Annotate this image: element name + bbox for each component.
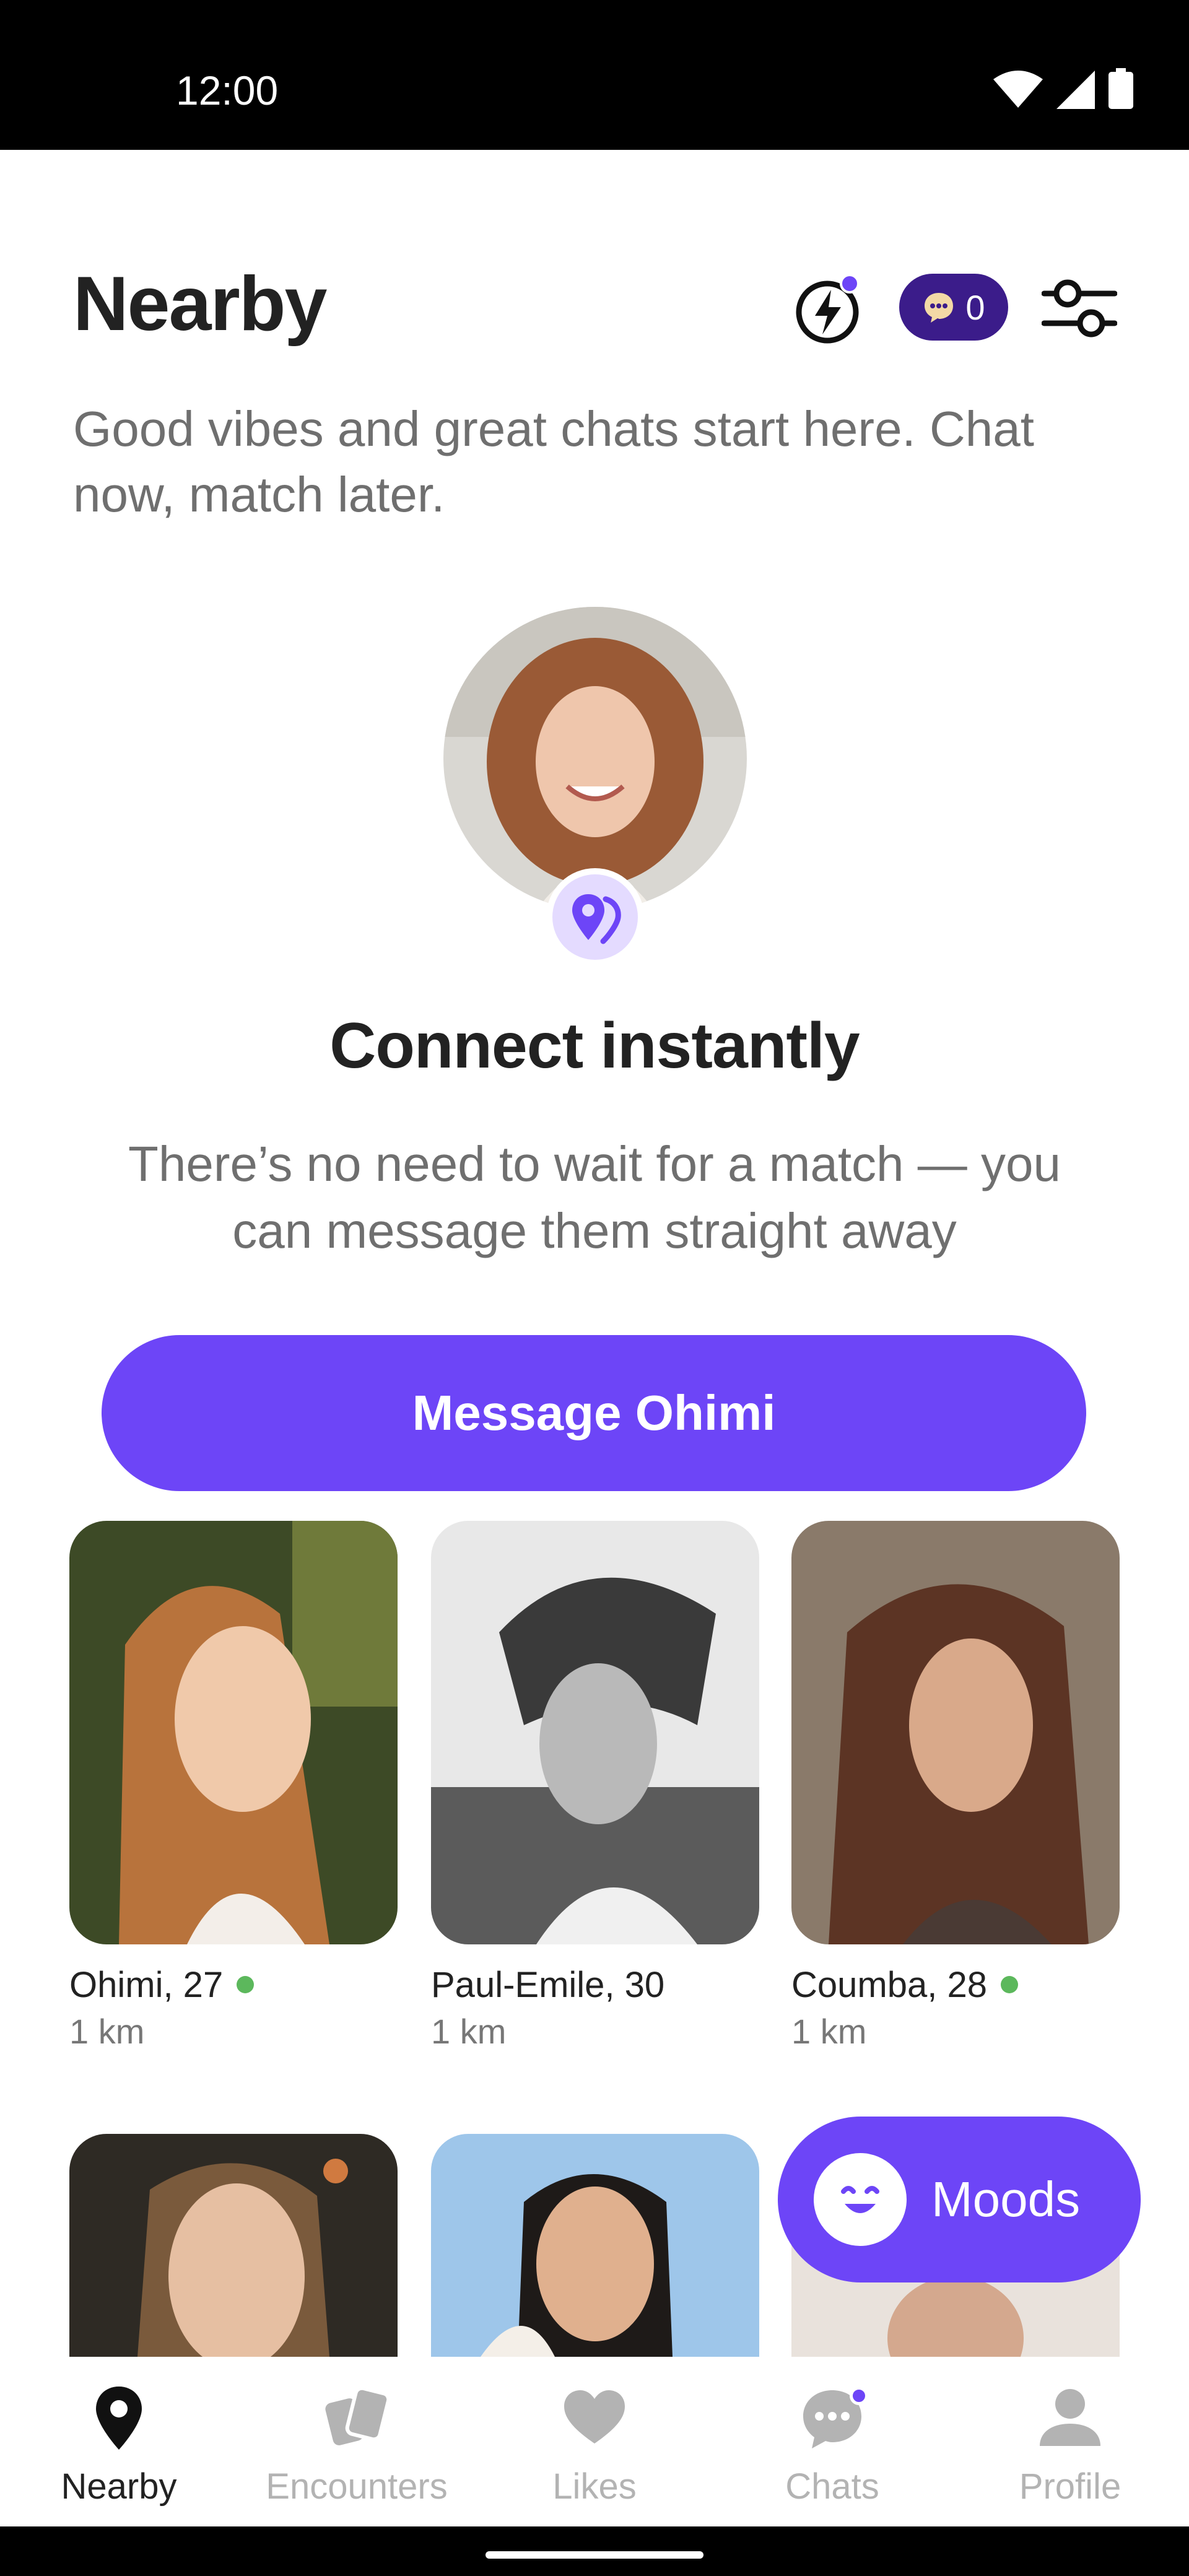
gesture-bar	[0, 2526, 1189, 2576]
profile-card[interactable]: Paul-Emile, 30 1 km	[431, 1521, 759, 2052]
profile-card[interactable]: Ohimi, 27 1 km	[69, 1521, 398, 2052]
home-indicator[interactable]	[486, 2551, 703, 2559]
online-indicator	[237, 1976, 255, 1993]
credits-badge[interactable]: 0	[899, 274, 1008, 341]
moods-label: Moods	[931, 2172, 1081, 2227]
profile-photo	[69, 2134, 398, 2357]
featured-photo	[443, 607, 747, 910]
signal-icon	[1056, 71, 1095, 109]
profile-photo	[431, 2134, 759, 2357]
nav-item-nearby[interactable]: Nearby	[0, 2357, 238, 2526]
nearby-pin-badge	[546, 868, 644, 966]
unread-indicator	[850, 2387, 868, 2405]
nav-label: Chats	[785, 2466, 879, 2507]
cards-icon	[325, 2386, 391, 2445]
hero-title: Connect instantly	[329, 1010, 860, 1082]
online-indicator	[1000, 1976, 1018, 1993]
smile-icon	[814, 2153, 907, 2246]
chat-credits-icon	[925, 293, 954, 323]
profile-photo	[431, 1521, 759, 1944]
profile-distance: 1 km	[431, 2012, 507, 2051]
wifi-icon	[993, 71, 1043, 108]
status-bar: 12:00	[0, 0, 1189, 150]
status-icons	[993, 68, 1133, 109]
location-pin-icon	[96, 2387, 142, 2450]
nav-item-chats[interactable]: Chats	[713, 2357, 951, 2526]
credits-count: 0	[965, 287, 985, 327]
profile-photo	[791, 1521, 1120, 1944]
profile-name: Ohimi, 27	[69, 1964, 224, 2005]
profile-distance: 1 km	[69, 2012, 145, 2051]
nav-item-likes[interactable]: Likes	[476, 2357, 713, 2526]
page-subtitle: Good vibes and great chats start here. C…	[73, 401, 1034, 522]
profile-card[interactable]	[431, 2134, 759, 2357]
nav-item-encounters[interactable]: Encounters	[238, 2357, 476, 2526]
nav-label: Likes	[552, 2466, 637, 2507]
hero-description: There’s no need to wait for a match — yo…	[128, 1136, 1061, 1258]
profile-name: Paul-Emile, 30	[431, 1964, 665, 2005]
boost-icon[interactable]	[793, 275, 862, 344]
profile-name: Coumba, 28	[791, 1964, 987, 2005]
nav-label: Nearby	[61, 2466, 177, 2507]
battery-icon	[1108, 68, 1133, 109]
profile-photo	[69, 1521, 398, 1944]
nav-label: Encounters	[266, 2466, 448, 2507]
nav-item-profile[interactable]: Profile	[951, 2357, 1189, 2526]
location-pins-icon	[572, 894, 621, 944]
heart-icon	[564, 2390, 625, 2443]
profile-card[interactable]: Coumba, 28 1 km	[791, 1521, 1120, 2052]
message-button[interactable]: Message Ohimi	[102, 1335, 1086, 1491]
status-time: 12:00	[176, 67, 279, 113]
moods-button[interactable]: Moods	[778, 2117, 1141, 2282]
page-title: Nearby	[73, 261, 327, 347]
bottom-navigation: Nearby Encounters Likes Chats Profile	[0, 2357, 1189, 2526]
person-icon	[1040, 2389, 1100, 2446]
filters-icon[interactable]	[1042, 275, 1117, 342]
profile-card[interactable]	[69, 2134, 398, 2357]
nav-label: Profile	[1019, 2466, 1121, 2507]
featured-avatar[interactable]	[443, 607, 747, 910]
profile-distance: 1 km	[791, 2012, 867, 2051]
